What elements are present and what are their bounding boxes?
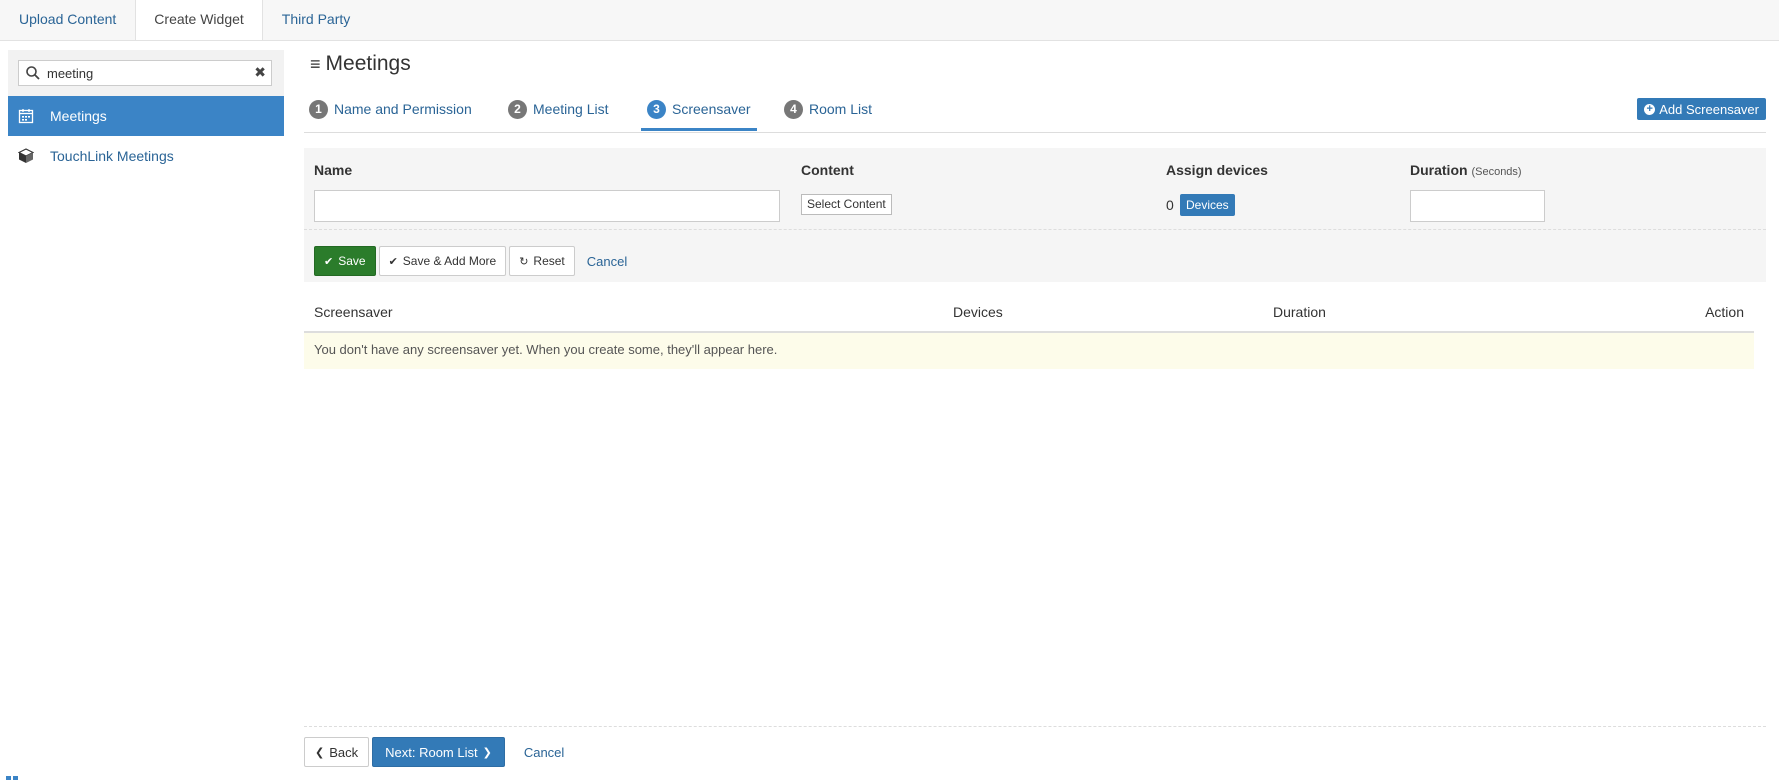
add-screensaver-button[interactable]: + Add Screensaver xyxy=(1637,98,1766,120)
step-number: 4 xyxy=(784,99,803,119)
content-label: Content xyxy=(801,162,854,178)
reset-button[interactable]: ↻ Reset xyxy=(509,246,575,276)
sidebar-item-label: Meetings xyxy=(50,108,107,124)
form-actions: ✔ Save ✔ Save & Add More ↻ Reset Cancel xyxy=(314,246,627,276)
duration-label: Duration (Seconds) xyxy=(1410,162,1522,178)
footer-divider xyxy=(304,726,1766,727)
devices-button[interactable]: Devices xyxy=(1180,194,1235,216)
select-content-button[interactable]: Select Content xyxy=(801,194,892,215)
screensaver-form: Name Content Select Content Assign devic… xyxy=(304,148,1766,282)
column-screensaver: Screensaver xyxy=(314,304,393,320)
chevron-right-icon: ❯ xyxy=(482,746,492,759)
tab-third-party[interactable]: Third Party xyxy=(263,0,369,40)
next-label: Next: Room List xyxy=(385,744,478,760)
save-button[interactable]: ✔ Save xyxy=(314,246,376,276)
duration-label-text: Duration xyxy=(1410,162,1468,178)
step-label: Room List xyxy=(809,101,873,117)
screensaver-table-header: Screensaver Devices Duration Action xyxy=(304,295,1754,333)
search-input[interactable] xyxy=(47,63,237,83)
step-label: Screensaver xyxy=(672,101,751,117)
tab-create-widget[interactable]: Create Widget xyxy=(135,0,263,40)
search-icon xyxy=(26,66,40,80)
clear-search-icon[interactable]: ✖ xyxy=(254,64,266,81)
save-and-add-more-button[interactable]: ✔ Save & Add More xyxy=(378,246,507,276)
sidebar-item-meetings[interactable]: Meetings xyxy=(8,96,284,136)
reset-label: Reset xyxy=(533,254,565,268)
step-room-list[interactable]: 4 Room List xyxy=(784,88,872,130)
check-icon: ✔ xyxy=(388,255,398,268)
search-box: ✖ xyxy=(18,60,272,86)
form-fields-row: Name Content Select Content Assign devic… xyxy=(304,148,1766,230)
assign-devices-label: Assign devices xyxy=(1166,162,1268,178)
plus-circle-icon: + xyxy=(1644,103,1656,115)
save-add-more-label: Save & Add More xyxy=(402,254,497,268)
footer-cancel-link[interactable]: Cancel xyxy=(524,745,564,760)
column-devices: Devices xyxy=(953,304,1003,320)
step-number: 1 xyxy=(309,99,328,119)
step-number: 3 xyxy=(647,99,666,119)
save-label: Save xyxy=(338,254,366,268)
sidebar-item-label: TouchLink Meetings xyxy=(50,148,174,164)
wizard-steps: 1 Name and Permission 2 Meeting List 3 S… xyxy=(304,88,1766,133)
widget-sidebar: ✖ Meetings TouchLink Meetings xyxy=(8,50,284,774)
column-action: Action xyxy=(1705,304,1744,320)
sidebar-item-touchlink-meetings[interactable]: TouchLink Meetings xyxy=(8,136,284,176)
cancel-link[interactable]: Cancel xyxy=(587,254,627,269)
refresh-icon: ↻ xyxy=(519,255,529,268)
add-screensaver-label: Add Screensaver xyxy=(1659,101,1759,117)
menu-icon: ≡ xyxy=(310,53,321,74)
step-label: Name and Permission xyxy=(334,101,472,117)
empty-table-message: You don't have any screensaver yet. When… xyxy=(304,333,1754,369)
status-corner-icon xyxy=(6,776,18,780)
step-label: Meeting List xyxy=(533,101,609,117)
page-title: ≡ Meetings xyxy=(310,52,411,76)
check-icon: ✔ xyxy=(324,255,334,268)
search-area: ✖ xyxy=(8,50,284,96)
top-tab-bar: Upload Content Create Widget Third Party xyxy=(0,0,1779,41)
chevron-left-icon: ❮ xyxy=(315,746,325,759)
device-count: 0 xyxy=(1166,197,1174,213)
main-content: ≡ Meetings 1 Name and Permission 2 Meeti… xyxy=(304,40,1766,780)
name-label: Name xyxy=(314,162,353,178)
step-name-and-permission[interactable]: 1 Name and Permission xyxy=(309,88,472,130)
back-button[interactable]: ❮ Back xyxy=(304,737,370,767)
calendar-icon xyxy=(18,109,34,124)
step-number: 2 xyxy=(508,99,527,119)
column-duration: Duration xyxy=(1273,304,1326,320)
step-meeting-list[interactable]: 2 Meeting List xyxy=(508,88,608,130)
back-label: Back xyxy=(329,744,359,760)
step-screensaver[interactable]: 3 Screensaver xyxy=(641,88,757,131)
duration-unit: (Seconds) xyxy=(1471,166,1522,178)
next-room-list-button[interactable]: Next: Room List ❯ xyxy=(372,737,505,767)
wizard-footer: ❮ Back Next: Room List ❯ Cancel xyxy=(304,737,564,767)
tab-upload-content[interactable]: Upload Content xyxy=(0,0,135,40)
cube-icon xyxy=(18,148,34,163)
page-title-text: Meetings xyxy=(325,52,411,75)
name-input[interactable] xyxy=(314,190,780,222)
duration-input[interactable] xyxy=(1410,190,1545,222)
